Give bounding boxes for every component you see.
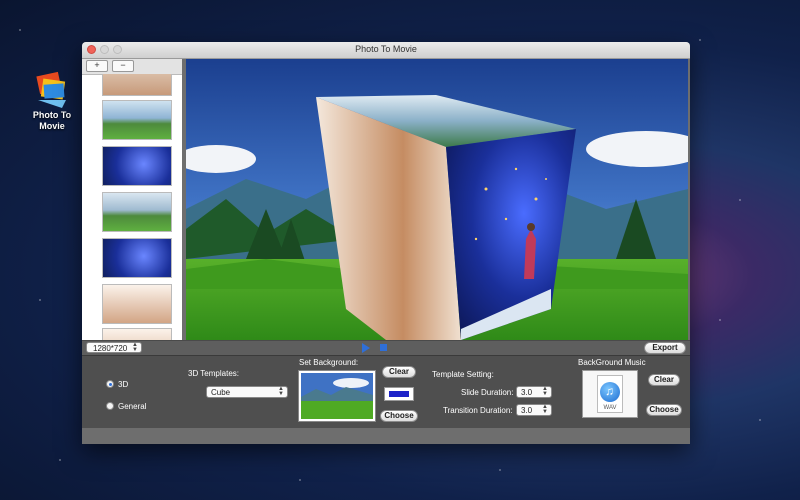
app-icon-label-line1: Photo To	[32, 110, 72, 120]
photo-thumbnail[interactable]	[102, 192, 172, 232]
resolution-value: 1280*720	[93, 344, 128, 353]
background-color-well[interactable]	[384, 387, 414, 401]
mode-3d-radio[interactable]	[106, 380, 114, 388]
background-music-label: BackGround Music	[578, 358, 646, 367]
photo-thumbnail-list[interactable]	[82, 74, 182, 340]
template-select-value: Cube	[211, 388, 231, 397]
template-setting-label: Template Setting:	[432, 370, 494, 379]
title-bar: Photo To Movie	[82, 42, 690, 59]
resolution-select[interactable]: 1280*720 ▲ ▼	[86, 342, 142, 353]
template-select[interactable]: Cube ▲ ▼	[206, 386, 288, 398]
photo-thumbnail[interactable]	[102, 238, 172, 278]
photo-thumbnail[interactable]	[102, 328, 172, 340]
settings-panel: 3D General 3D Templates: Cube ▲ ▼ Set Bac…	[82, 355, 690, 428]
background-clear-button[interactable]: Clear	[382, 366, 416, 378]
transition-duration-label: Transition Duration:	[443, 406, 513, 415]
mode-3d-label: 3D	[118, 380, 129, 389]
transition-duration-value: 3.0	[521, 406, 533, 415]
stepper-arrows-icon: ▲ ▼	[542, 386, 548, 397]
music-file-well[interactable]: ♫ WAV	[582, 370, 638, 418]
photo-thumbnail[interactable]	[102, 284, 172, 324]
select-arrows-icon: ▲ ▼	[278, 386, 284, 397]
desktop-app-icon[interactable]: Photo To Movie	[22, 70, 82, 132]
app-icon-label-line2: Movie	[39, 121, 65, 131]
play-icon[interactable]	[362, 343, 370, 353]
slide-duration-stepper[interactable]: 3.0 ▲ ▼	[516, 386, 552, 398]
export-button[interactable]: Export	[644, 342, 686, 354]
background-color-swatch	[389, 391, 409, 397]
remove-photo-button[interactable]: −	[112, 60, 134, 72]
app-icon-label: Photo To Movie	[22, 110, 82, 132]
movie-preview	[186, 59, 688, 340]
photo-thumbnail[interactable]	[102, 100, 172, 140]
wav-file-icon: ♫ WAV	[597, 375, 623, 413]
photo-list-sidebar: + −	[82, 59, 182, 340]
templates-label: 3D Templates:	[188, 369, 239, 378]
mode-general-radio[interactable]	[106, 402, 114, 410]
set-background-label: Set Background:	[299, 358, 359, 367]
photo-to-movie-app-icon	[32, 70, 72, 110]
background-image-well[interactable]	[298, 370, 376, 422]
music-file-type: WAV	[603, 405, 617, 411]
background-choose-button[interactable]: Choose	[380, 410, 418, 422]
preview-image	[186, 59, 688, 340]
music-clear-button[interactable]: Clear	[648, 374, 680, 386]
slide-duration-value: 3.0	[521, 388, 533, 397]
slide-duration-label: Slide Duration:	[461, 388, 514, 397]
background-thumbnail	[301, 373, 373, 419]
photo-thumbnail[interactable]	[102, 74, 172, 96]
add-photo-button[interactable]: +	[86, 60, 108, 72]
stop-icon[interactable]	[380, 344, 387, 351]
photo-thumbnail[interactable]	[102, 146, 172, 186]
stepper-arrows-icon: ▲ ▼	[542, 404, 548, 415]
stepper-arrows-icon: ▲ ▼	[132, 342, 138, 353]
music-choose-button[interactable]: Choose	[646, 404, 682, 416]
mode-general-label: General	[118, 402, 147, 411]
window-footer	[82, 428, 690, 444]
music-note-icon: ♫	[605, 384, 614, 398]
playback-bar: 1280*720 ▲ ▼ Export	[82, 340, 690, 355]
window-title: Photo To Movie	[355, 44, 417, 54]
transition-duration-stepper[interactable]: 3.0 ▲ ▼	[516, 404, 552, 416]
photo-list-toolbar: + −	[82, 59, 182, 75]
app-window: Photo To Movie + − 1280*720 ▲ ▼ Export 3…	[82, 42, 690, 444]
